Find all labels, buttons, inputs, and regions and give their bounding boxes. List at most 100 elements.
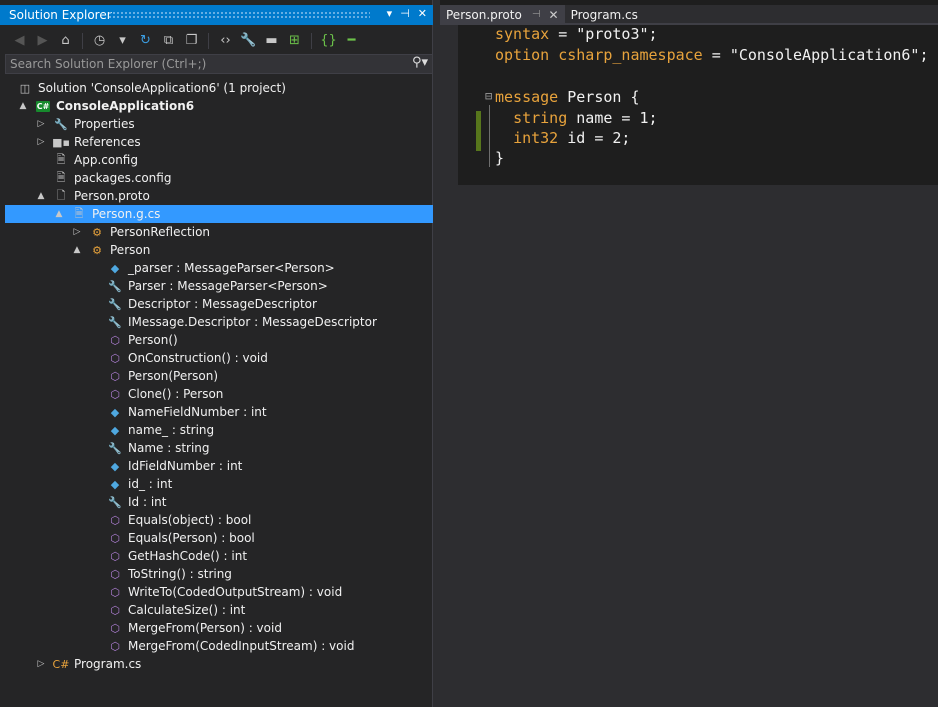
document-tabs: Person.proto ⊣ ✕ Program.cs: [440, 5, 938, 24]
tree-item[interactable]: ◆ name_ : string: [0, 421, 433, 439]
method-icon: ⬡: [110, 387, 120, 401]
code-token: Person {: [558, 88, 640, 106]
home-icon[interactable]: ⌂: [56, 31, 75, 50]
tree-item[interactable]: ⬡ Clone() : Person: [0, 385, 433, 403]
window-position-dropdown-icon[interactable]: ▾: [387, 7, 393, 20]
code-line[interactable]: option csharp_namespace = "ConsoleApplic…: [495, 46, 929, 64]
expanded-arrow-icon[interactable]: ▲: [54, 209, 64, 219]
code-line[interactable]: string name = 1;: [495, 109, 658, 127]
tree-item[interactable]: ▷ C# Program.cs: [0, 655, 433, 673]
tree-item[interactable]: ▲ C# ConsoleApplication6: [0, 97, 433, 115]
code-line[interactable]: message Person {: [495, 88, 640, 106]
solution-explorer-title-bar: Solution Explorer ▾ ⊣ ✕: [0, 5, 433, 25]
tree-item[interactable]: 🔧 Parser : MessageParser<Person>: [0, 277, 433, 295]
tree-item[interactable]: ▲ 🗋 Person.proto: [0, 187, 433, 205]
code-area[interactable]: syntax = "proto3"; option csharp_namespac…: [458, 25, 938, 185]
tree-item[interactable]: ⬡ WriteTo(CodedOutputStream) : void: [0, 583, 433, 601]
tree-item[interactable]: 🗎 App.config: [0, 151, 433, 169]
code-token: =: [702, 46, 730, 64]
add-item-icon[interactable]: ⊞: [285, 31, 304, 50]
forward-icon[interactable]: ▶: [33, 31, 52, 50]
tree-item[interactable]: ▲ 🗎 Person.g.cs: [5, 205, 433, 223]
expanded-arrow-icon[interactable]: ▲: [72, 245, 82, 255]
code-line[interactable]: int32 id = 2;: [495, 129, 630, 147]
code-token: "proto3": [576, 25, 649, 43]
editor-empty-area[interactable]: [458, 185, 938, 707]
code-line[interactable]: }: [495, 149, 504, 167]
tree-item-label: NameFieldNumber : int: [128, 405, 267, 419]
pending-changes-filter-icon[interactable]: ◷: [90, 31, 109, 50]
tree-item[interactable]: 🔧 Name : string: [0, 439, 433, 457]
tree-item-label: Equals(Person) : bool: [128, 531, 255, 545]
class-icon: ⚙: [92, 243, 102, 257]
tree-item[interactable]: ⬡ OnConstruction() : void: [0, 349, 433, 367]
tree-item[interactable]: ⬡ ToString() : string: [0, 565, 433, 583]
tree-item[interactable]: 🔧 IMessage.Descriptor : MessageDescriptor: [0, 313, 433, 331]
tree-item[interactable]: 🔧 Descriptor : MessageDescriptor: [0, 295, 433, 313]
view-code-icon[interactable]: ‹›: [216, 31, 235, 50]
tree-item[interactable]: ◫ Solution 'ConsoleApplication6' (1 proje…: [0, 79, 433, 97]
tree-item[interactable]: ▷ ⚙ PersonReflection: [0, 223, 433, 241]
code-token: ;: [648, 25, 658, 43]
code-token: syntax: [495, 25, 550, 43]
tree-item[interactable]: ⬡ Equals(Person) : bool: [0, 529, 433, 547]
title-grip[interactable]: [108, 11, 370, 19]
tree-item[interactable]: ⬡ CalculateSize() : int: [0, 601, 433, 619]
tree-item-label: Parser : MessageParser<Person>: [128, 279, 328, 293]
tree-item[interactable]: ⬡ MergeFrom(CodedInputStream) : void: [0, 637, 433, 655]
tree-item[interactable]: ⬡ Equals(object) : bool: [0, 511, 433, 529]
toolbar-separator: [208, 32, 209, 49]
search-solution-explorer-input[interactable]: Search Solution Explorer (Ctrl+;) ⚲▾: [5, 54, 433, 74]
back-icon[interactable]: ◀: [10, 31, 29, 50]
code-token: name = 1;: [567, 109, 658, 127]
expanded-arrow-icon[interactable]: ▲: [18, 101, 28, 111]
code-line[interactable]: syntax = "proto3";: [495, 25, 658, 43]
sync-dropdown-icon[interactable]: ▾: [113, 31, 132, 50]
tree-item-label: PersonReflection: [110, 225, 211, 239]
collapsed-arrow-icon[interactable]: ▷: [36, 119, 46, 129]
tree-item[interactable]: ⬡ Person(Person): [0, 367, 433, 385]
braces-icon[interactable]: {}: [319, 31, 338, 50]
tree-item[interactable]: ⬡ GetHashCode() : int: [0, 547, 433, 565]
search-icon[interactable]: ⚲▾: [412, 55, 428, 70]
tree-item[interactable]: 🔧 Id : int: [0, 493, 433, 511]
tree-item-label: MergeFrom(Person) : void: [128, 621, 282, 635]
tab-program-cs[interactable]: Program.cs: [565, 5, 644, 24]
tree-item[interactable]: ◆ NameFieldNumber : int: [0, 403, 433, 421]
collapsed-arrow-icon[interactable]: ▷: [36, 137, 46, 147]
tree-item-label: Id : int: [128, 495, 167, 509]
tree-item[interactable]: ▷ ■▪ References: [0, 133, 433, 151]
cs-class-file-icon: C#: [52, 657, 70, 671]
minus-icon[interactable]: ━: [342, 31, 361, 50]
tree-item[interactable]: ◆ _parser : MessageParser<Person>: [0, 259, 433, 277]
tree-item[interactable]: 🗎 packages.config: [0, 169, 433, 187]
tree-item[interactable]: ▲ ⚙ Person: [0, 241, 433, 259]
tree-item[interactable]: ◆ id_ : int: [0, 475, 433, 493]
collapse-all-icon[interactable]: ⧉: [159, 31, 178, 50]
method-icon: ⬡: [110, 531, 120, 545]
auto-hide-pin-icon[interactable]: ⊣: [400, 7, 410, 20]
close-icon[interactable]: ✕: [418, 7, 427, 20]
tab-person-proto[interactable]: Person.proto ⊣ ✕: [440, 5, 565, 24]
tree-item-label: id_ : int: [128, 477, 173, 491]
preview-selected-icon[interactable]: ▬: [262, 31, 281, 50]
tree-item[interactable]: ▷ 🔧 Properties: [0, 115, 433, 133]
tree-item-label: Person(Person): [128, 369, 219, 383]
collapsed-arrow-icon[interactable]: ▷: [36, 659, 46, 669]
show-all-files-icon[interactable]: ❐: [182, 31, 201, 50]
tree-item[interactable]: ⬡ MergeFrom(Person) : void: [0, 619, 433, 637]
close-tab-icon[interactable]: ✕: [549, 8, 559, 22]
method-icon: ⬡: [110, 369, 120, 383]
refresh-icon[interactable]: ↻: [136, 31, 155, 50]
collapsed-arrow-icon[interactable]: ▷: [72, 227, 82, 237]
collapse-region-icon[interactable]: ⊟: [485, 89, 492, 103]
expanded-arrow-icon[interactable]: ▲: [36, 191, 46, 201]
tree-item[interactable]: ⬡ Person(): [0, 331, 433, 349]
method-icon: ⬡: [110, 621, 120, 635]
tree-item[interactable]: ◆ IdFieldNumber : int: [0, 457, 433, 475]
pin-tab-icon[interactable]: ⊣: [532, 9, 541, 20]
properties-wrench-icon[interactable]: 🔧: [239, 31, 258, 50]
tree-item-label: IMessage.Descriptor : MessageDescriptor: [128, 315, 377, 329]
